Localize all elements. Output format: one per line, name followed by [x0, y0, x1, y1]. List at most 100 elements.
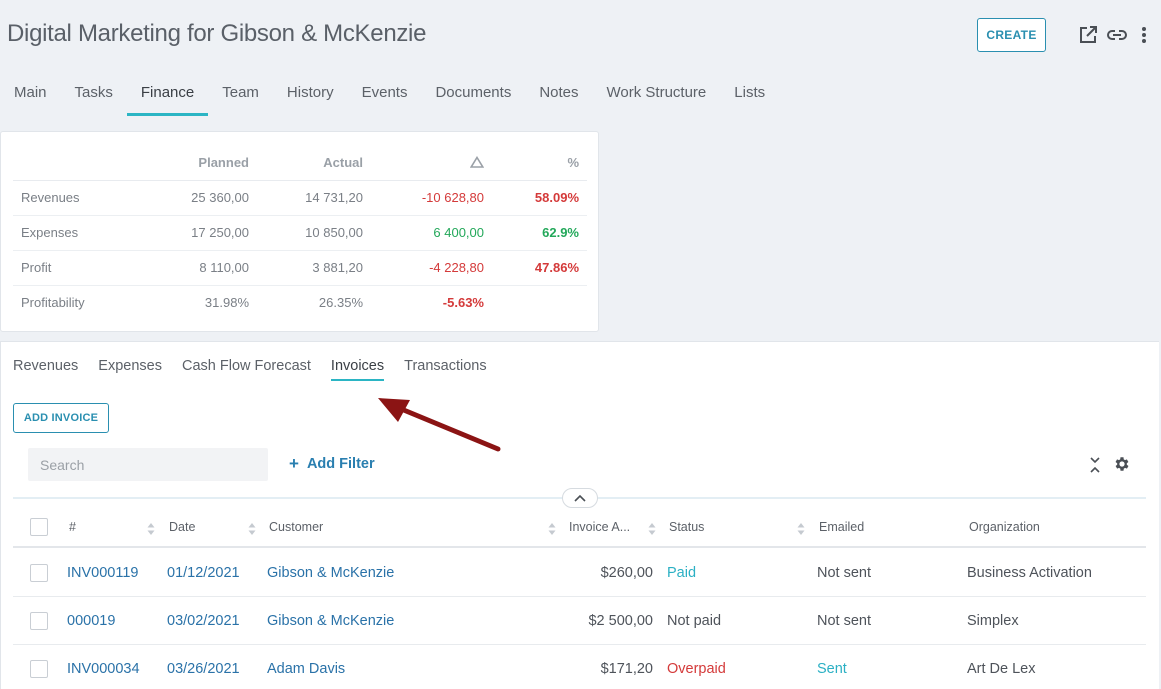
sort-icon[interactable] — [548, 522, 556, 536]
summary-delta: -10 628,80 — [371, 180, 492, 216]
summary-planned: 31.98% — [204, 295, 249, 311]
gear-icon[interactable] — [1113, 455, 1131, 473]
finance-summary-table: Planned Actual % Revenues 25 360,00 14 7… — [13, 146, 587, 320]
finance-summary-card: Planned Actual % Revenues 25 360,00 14 7… — [0, 131, 599, 332]
select-all-checkbox[interactable] — [30, 518, 48, 536]
summary-row-label: Revenues — [13, 180, 163, 216]
tab-work-structure[interactable]: Work Structure — [593, 72, 721, 116]
row-checkbox[interactable] — [30, 563, 48, 582]
tab-history[interactable]: History — [273, 72, 348, 116]
add-invoice-button[interactable]: ADD INVOICE — [13, 403, 109, 433]
page-title: Digital Marketing for Gibson & McKenzie — [7, 20, 427, 47]
tab-notes[interactable]: Notes — [525, 72, 592, 116]
column-header-organization[interactable]: Organization — [969, 508, 1040, 546]
summary-header-delta — [371, 146, 492, 181]
customer-link[interactable]: Gibson & McKenzie — [267, 549, 394, 596]
tab-events[interactable]: Events — [348, 72, 422, 116]
subtab-expenses[interactable]: Expenses — [98, 358, 162, 381]
table-row[interactable]: INV000119 01/12/2021 Gibson & McKenzie $… — [13, 549, 1146, 597]
add-filter-button[interactable]: + Add Filter — [289, 454, 375, 473]
emailed-status: Not sent — [817, 612, 871, 629]
summary-actual: 3 881,20 — [257, 250, 371, 286]
external-link-icon[interactable] — [1077, 24, 1099, 46]
customer-link[interactable]: Gibson & McKenzie — [267, 597, 394, 644]
summary-header-planned: Planned — [163, 146, 257, 181]
invoice-amount: $260,00 — [600, 564, 653, 581]
emailed-status: Not sent — [817, 564, 871, 581]
subtab-transactions[interactable]: Transactions — [404, 358, 486, 381]
summary-actual: 10 850,00 — [257, 215, 371, 251]
tab-finance[interactable]: Finance — [126, 72, 209, 116]
invoice-date[interactable]: 01/12/2021 — [167, 549, 240, 596]
column-header-customer[interactable]: Customer — [269, 508, 323, 546]
tab-documents[interactable]: Documents — [421, 72, 525, 116]
link-icon[interactable] — [1106, 24, 1128, 46]
summary-delta: -4 228,80 — [371, 250, 492, 286]
finance-sub-tabs: Revenues Expenses Cash Flow Forecast Inv… — [13, 358, 507, 381]
organization-name: Simplex — [967, 612, 1019, 629]
sort-icon[interactable] — [147, 522, 155, 536]
summary-planned: 25 360,00 — [163, 180, 257, 216]
tab-main[interactable]: Main — [0, 72, 61, 116]
column-header-status[interactable]: Status — [669, 508, 704, 546]
tab-tasks[interactable]: Tasks — [61, 72, 127, 116]
summary-header-actual: Actual — [257, 146, 371, 181]
column-header-number[interactable]: # — [69, 508, 76, 546]
emailed-status: Sent — [817, 660, 847, 677]
summary-percent: 58.09% — [492, 180, 587, 216]
column-header-date[interactable]: Date — [169, 508, 195, 546]
toggle-filter-panel-button[interactable] — [562, 488, 598, 508]
summary-actual: 26.35% — [318, 295, 363, 311]
summary-percent: 62.9% — [492, 215, 587, 251]
summary-header-percent: % — [492, 146, 587, 181]
invoice-date[interactable]: 03/02/2021 — [167, 597, 240, 644]
sort-icon[interactable] — [248, 522, 256, 536]
invoice-date[interactable]: 03/26/2021 — [167, 645, 240, 689]
main-tabs: Main Tasks Finance Team History Events D… — [0, 72, 779, 116]
summary-row-profitability: Profitability 31.98% 26.35% -5.63% — [13, 285, 587, 320]
row-checkbox[interactable] — [30, 659, 48, 678]
status-badge: Paid — [667, 564, 697, 581]
kebab-menu-icon[interactable] — [1136, 24, 1152, 46]
organization-name: Business Activation — [967, 564, 1092, 581]
summary-planned: 17 250,00 — [163, 215, 257, 251]
table-row[interactable]: INV000034 03/26/2021 Adam Davis $171,20 … — [13, 645, 1146, 689]
summary-header-label — [13, 146, 163, 181]
customer-link[interactable]: Adam Davis — [267, 645, 345, 689]
summary-row-expenses: Expenses 17 250,00 10 850,00 6 400,00 62… — [13, 215, 587, 251]
create-button[interactable]: CREATE — [977, 18, 1046, 52]
finance-details-card: Revenues Expenses Cash Flow Forecast Inv… — [0, 341, 1159, 689]
summary-percent: 47.86% — [492, 250, 587, 286]
summary-row-label: Expenses — [13, 215, 163, 251]
column-header-emailed[interactable]: Emailed — [819, 508, 864, 546]
tab-lists[interactable]: Lists — [720, 72, 779, 116]
table-row[interactable]: 000019 03/02/2021 Gibson & McKenzie $2 5… — [13, 597, 1146, 645]
sort-icon[interactable] — [797, 522, 805, 536]
summary-planned: 8 110,00 — [163, 250, 257, 286]
plus-icon: + — [289, 454, 299, 473]
summary-row-label: Profit — [13, 250, 163, 286]
invoice-number-link[interactable]: INV000034 — [67, 645, 140, 689]
sort-icon[interactable] — [648, 522, 656, 536]
chevron-up-icon — [574, 494, 586, 502]
summary-row-revenues: Revenues 25 360,00 14 731,20 -10 628,80 … — [13, 180, 587, 216]
status-badge: Overpaid — [667, 660, 726, 677]
summary-delta: -5.63% — [442, 295, 484, 311]
search-input[interactable] — [28, 448, 268, 481]
tab-team[interactable]: Team — [208, 72, 273, 116]
invoice-table-header: # Date Customer Invoice A... Status Emai… — [13, 508, 1146, 548]
subtab-revenues[interactable]: Revenues — [13, 358, 78, 381]
summary-row-label: Profitability — [21, 295, 85, 311]
collapse-vertical-icon[interactable] — [1087, 456, 1103, 474]
summary-row-profit: Profit 8 110,00 3 881,20 -4 228,80 47.86… — [13, 250, 587, 286]
add-filter-label: Add Filter — [306, 456, 375, 472]
summary-percent — [492, 285, 587, 320]
invoice-amount: $2 500,00 — [588, 612, 653, 629]
row-checkbox[interactable] — [30, 611, 48, 630]
invoice-number-link[interactable]: INV000119 — [67, 549, 138, 596]
subtab-invoices[interactable]: Invoices — [330, 358, 385, 381]
delta-icon — [469, 155, 485, 171]
invoice-number-link[interactable]: 000019 — [67, 597, 115, 644]
column-header-invoice-amount[interactable]: Invoice A... — [569, 508, 630, 546]
subtab-cash-flow-forecast[interactable]: Cash Flow Forecast — [182, 358, 311, 381]
